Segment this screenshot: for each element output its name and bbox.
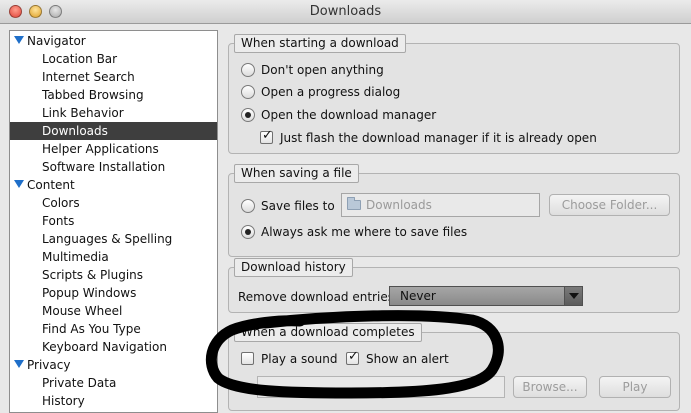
radio-always-ask[interactable] (241, 225, 255, 239)
sidebar-category-privacy[interactable]: Privacy (10, 356, 217, 374)
radio-label: Open the download manager (261, 108, 437, 122)
sidebar-item-private-data[interactable]: Private Data (10, 374, 217, 392)
sidebar-item-history[interactable]: History (10, 392, 217, 410)
sidebar-item-link-behavior[interactable]: Link Behavior (10, 104, 217, 122)
sidebar-item-helper-applications[interactable]: Helper Applications (10, 140, 217, 158)
download-history-group: Download history Remove download entries… (228, 258, 680, 313)
disclosure-triangle-icon[interactable] (14, 180, 24, 188)
play-sound-checkbox[interactable] (241, 352, 254, 365)
sidebar-item-scripts-plugins[interactable]: Scripts & Plugins (10, 266, 217, 284)
radio-selected-dot (245, 229, 251, 235)
sidebar-item-languages-spelling[interactable]: Languages & Spelling (10, 230, 217, 248)
sidebar-category-navigator[interactable]: Navigator (10, 32, 217, 50)
saving-file-group: When saving a file Save files to Downloa… (228, 164, 680, 257)
show-alert-checkbox[interactable]: ✓ (346, 349, 359, 365)
radio-progress-dialog[interactable] (241, 85, 255, 99)
remove-entries-select[interactable]: Never (389, 286, 583, 306)
radio-dont-open[interactable] (241, 63, 255, 77)
checkbox-label: Just flash the download manager if it is… (280, 131, 597, 145)
checkmark-icon: ✓ (348, 349, 359, 364)
disclosure-triangle-icon[interactable] (14, 36, 24, 44)
play-button[interactable]: Play (599, 376, 671, 398)
sidebar-item-popup-windows[interactable]: Popup Windows (10, 284, 217, 302)
sidebar-item-find-as-you-type[interactable]: Find As You Type (10, 320, 217, 338)
sidebar-item-internet-search[interactable]: Internet Search (10, 68, 217, 86)
download-folder-value: Downloads (366, 198, 432, 212)
download-completes-group: When a download completes Play a sound ✓… (228, 323, 680, 411)
window-title: Downloads (309, 4, 382, 19)
sidebar-item-downloads[interactable]: Downloads (10, 122, 217, 140)
sidebar-item-software-installation[interactable]: Software Installation (10, 158, 217, 176)
remove-entries-value: Never (400, 289, 436, 303)
dropdown-arrow-icon[interactable] (564, 287, 582, 305)
disclosure-triangle-icon[interactable] (14, 360, 24, 368)
radio-save-files-to[interactable] (241, 199, 255, 213)
sidebar-item-tabbed-browsing[interactable]: Tabbed Browsing (10, 86, 217, 104)
radio-selected-dot (245, 112, 251, 118)
radio-label: Don't open anything (261, 63, 384, 77)
title-bar: Downloads (0, 0, 691, 24)
group-legend: When saving a file (234, 164, 359, 183)
checkmark-icon: ✓ (262, 128, 273, 143)
sidebar-item-location-bar[interactable]: Location Bar (10, 50, 217, 68)
radio-label: Always ask me where to save files (261, 225, 468, 239)
start-download-group: When starting a download Don't open anyt… (228, 34, 680, 154)
group-legend: When a download completes (234, 323, 422, 342)
group-legend: Download history (234, 258, 353, 277)
group-legend: When starting a download (234, 34, 406, 53)
sidebar-item-fonts[interactable]: Fonts (10, 212, 217, 230)
sidebar-item-colors[interactable]: Colors (10, 194, 217, 212)
download-folder-field: Downloads (341, 193, 540, 217)
sidebar-item-multimedia[interactable]: Multimedia (10, 248, 217, 266)
sidebar-category-label: Content (27, 178, 75, 192)
flash-manager-checkbox[interactable]: ✓ (260, 128, 273, 144)
preferences-sidebar[interactable]: Navigator Location Bar Internet Search T… (9, 30, 218, 413)
folder-icon (347, 197, 361, 210)
sidebar-category-label: Privacy (27, 358, 71, 372)
checkbox-label: Show an alert (366, 352, 449, 366)
radio-download-manager[interactable] (241, 108, 255, 122)
remove-entries-label: Remove download entries (238, 290, 394, 304)
sound-file-field[interactable] (257, 376, 505, 398)
radio-label: Save files to (261, 199, 335, 213)
sidebar-category-content[interactable]: Content (10, 176, 217, 194)
sidebar-category-label: Navigator (27, 34, 86, 48)
sidebar-item-mouse-wheel[interactable]: Mouse Wheel (10, 302, 217, 320)
checkbox-label: Play a sound (261, 352, 338, 366)
browse-button[interactable]: Browse... (513, 376, 587, 398)
choose-folder-button[interactable]: Choose Folder... (549, 194, 670, 216)
radio-label: Open a progress dialog (261, 85, 401, 99)
sidebar-item-keyboard-navigation[interactable]: Keyboard Navigation (10, 338, 217, 356)
